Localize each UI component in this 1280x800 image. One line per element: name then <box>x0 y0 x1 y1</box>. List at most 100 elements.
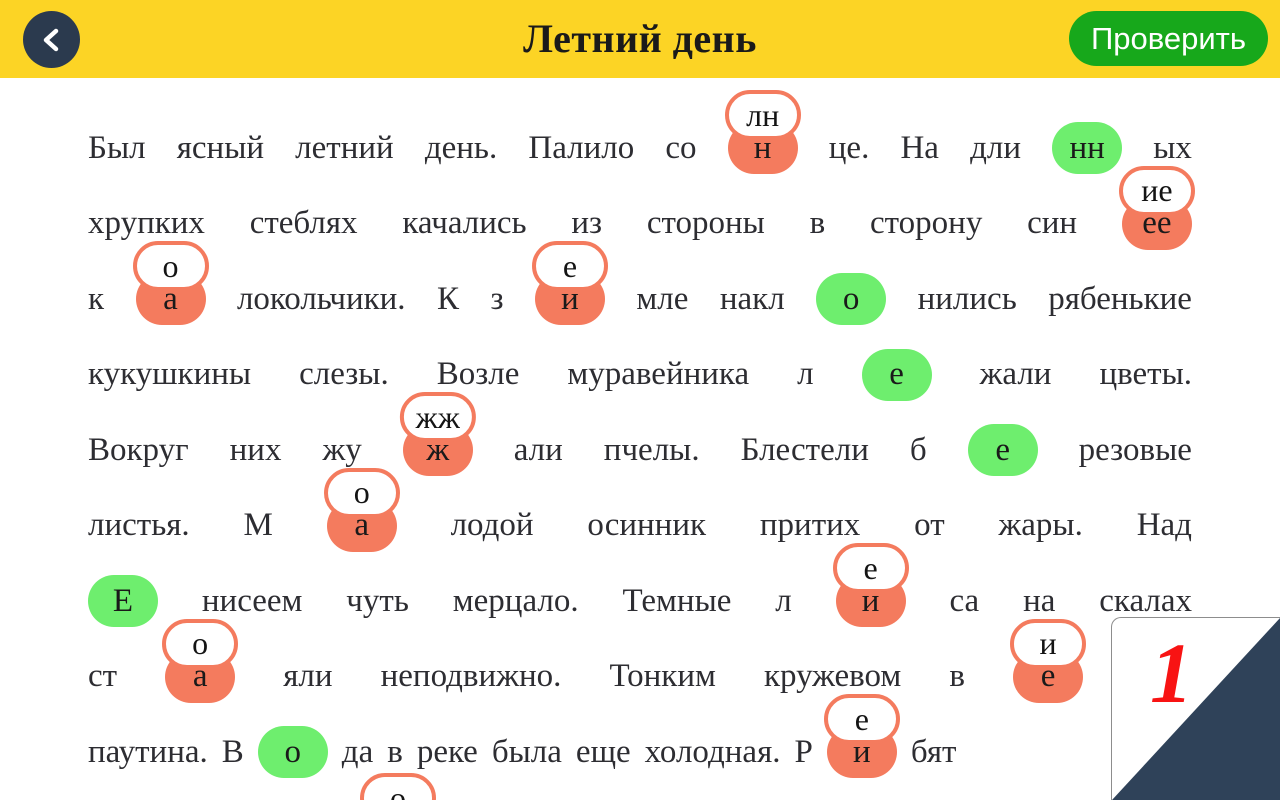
answer-option-popup-clipped[interactable]: о <box>360 773 436 800</box>
answer-chip-correct[interactable]: о <box>257 726 328 778</box>
text-word: лодой <box>450 507 534 543</box>
text-word: день. <box>424 129 498 166</box>
text-word: цветы. <box>1099 356 1192 392</box>
text-word: Темные <box>622 582 732 619</box>
text-word: яли <box>283 658 333 694</box>
exercise-text: Был ясный летний день. Палило со н лн це. На дли нн… <box>0 78 1280 800</box>
answer-option-popup[interactable]: жж <box>399 392 476 442</box>
text-word: мерцало. <box>452 582 579 619</box>
answer-slot: Е <box>88 575 158 627</box>
text-word: али <box>513 431 563 468</box>
answer-slot: ие <box>832 543 909 627</box>
answer-slot: еи <box>1010 618 1087 703</box>
answer-slot: ее ие <box>1118 165 1195 250</box>
text-word: реке <box>416 733 478 770</box>
answer-option-popup[interactable]: лн <box>724 90 801 140</box>
text-word: На <box>900 129 939 166</box>
answer-chip-correct[interactable]: е <box>861 348 932 401</box>
answer-option-popup[interactable]: ие <box>1118 165 1195 216</box>
answer-slot: ао <box>132 241 209 325</box>
answer-slot: ао <box>162 618 239 703</box>
text-word: В <box>221 733 244 770</box>
text-line: листья. Ма о лодой осинник притих от жары. Над <box>88 467 1192 552</box>
answer-chip-selected[interactable]: ие <box>531 241 608 325</box>
text-line: Енисеем чуть мерцало. Темные л и е са на скалах <box>88 543 1192 627</box>
answer-chip-selected[interactable]: ж жж <box>399 392 476 476</box>
answer-chip-selected[interactable]: ие <box>832 543 909 627</box>
answer-chip-selected[interactable]: ао <box>323 467 400 552</box>
text-word: М <box>243 507 273 543</box>
text-word: нились <box>917 280 1017 317</box>
answer-option-popup[interactable]: и <box>1010 618 1087 669</box>
answer-option-popup[interactable]: о <box>162 618 239 669</box>
answer-slot: о <box>257 726 328 778</box>
text-word: К <box>437 280 460 317</box>
text-word: Над <box>1136 507 1192 543</box>
answer-chip-correct[interactable]: нн <box>1052 122 1123 174</box>
text-word: резовые <box>1078 431 1192 468</box>
answer-chip-selected[interactable]: н лн <box>724 90 801 174</box>
text-word: Был <box>88 129 146 166</box>
answer-option-popup[interactable]: о <box>323 467 400 518</box>
answer-slot: ж жж <box>399 392 476 476</box>
text-word: л <box>797 356 814 392</box>
text-word: на <box>1023 582 1056 619</box>
text-word: скалах <box>1099 582 1192 619</box>
answer-chip-selected[interactable]: ие <box>823 694 900 778</box>
text-line: кукушкины слезы. Возле муравейника л е жали цве… <box>88 348 1192 401</box>
text-word: кукушкины <box>88 356 252 392</box>
text-word: кружевом <box>763 658 902 694</box>
check-button[interactable]: Проверить <box>1068 11 1268 66</box>
answer-slot: н лн <box>724 90 801 174</box>
text-word: ясный <box>176 129 265 166</box>
answer-chip-selected[interactable]: ао <box>162 618 239 703</box>
corner-triangle-decoration <box>1112 618 1280 800</box>
text-word: жу <box>322 431 362 468</box>
text-word: нисеем <box>201 582 303 619</box>
answer-chip-selected[interactable]: ее ие <box>1118 165 1195 250</box>
text-word: рябенькие <box>1048 280 1192 317</box>
back-button[interactable] <box>23 11 80 68</box>
text-line: хрупких стеблях качались из стороны в сторону с… <box>88 165 1195 250</box>
answer-chip-correct[interactable]: е <box>967 424 1038 476</box>
text-word: в <box>387 733 403 770</box>
text-word: сторону <box>870 205 983 241</box>
text-word: стороны <box>646 205 765 241</box>
answer-chip-correct[interactable]: о <box>816 273 887 325</box>
text-word: син <box>1027 205 1078 241</box>
answer-option-popup[interactable]: е <box>832 543 909 593</box>
text-word: Тонким <box>609 658 716 694</box>
answer-chip-correct[interactable]: Е <box>88 575 158 627</box>
text-word: бят <box>910 733 957 770</box>
text-word: паутина. <box>88 733 208 770</box>
text-word: жары. <box>998 507 1083 543</box>
text-word: в <box>949 658 965 694</box>
text-word: да <box>341 733 374 770</box>
text-word: еще <box>575 733 631 770</box>
text-word: л <box>775 582 792 619</box>
answer-slot: ие <box>531 241 608 325</box>
text-word: листья. <box>88 507 190 543</box>
text-word: неподвижно. <box>380 658 562 694</box>
text-word: в <box>809 205 826 241</box>
answer-option-popup[interactable]: е <box>823 694 900 744</box>
text-line: к а о локольчики. Кз и е мле накл о нились рябеньки… <box>88 241 1192 325</box>
text-word: са <box>949 582 980 619</box>
text-word: Возле <box>436 356 520 392</box>
answer-slot: нн <box>1052 122 1123 174</box>
text-word: качались <box>402 205 527 241</box>
answer-option-popup[interactable]: е <box>531 241 608 291</box>
answer-slot: е <box>967 424 1038 476</box>
answer-option-popup[interactable]: о <box>132 241 209 291</box>
text-word: мле <box>636 280 689 317</box>
text-word: пчелы. <box>603 431 700 468</box>
answer-slot: о <box>816 273 887 325</box>
text-word: Блестели <box>740 431 869 468</box>
answer-slot: е <box>861 348 932 401</box>
text-word: Р <box>794 733 813 770</box>
text-word: чуть <box>346 582 409 619</box>
answer-chip-selected[interactable]: еи <box>1010 618 1087 703</box>
page-number-card[interactable]: 1 <box>1111 617 1280 800</box>
answer-chip-selected[interactable]: ао <box>132 241 209 325</box>
text-word: холодная. <box>644 733 781 770</box>
